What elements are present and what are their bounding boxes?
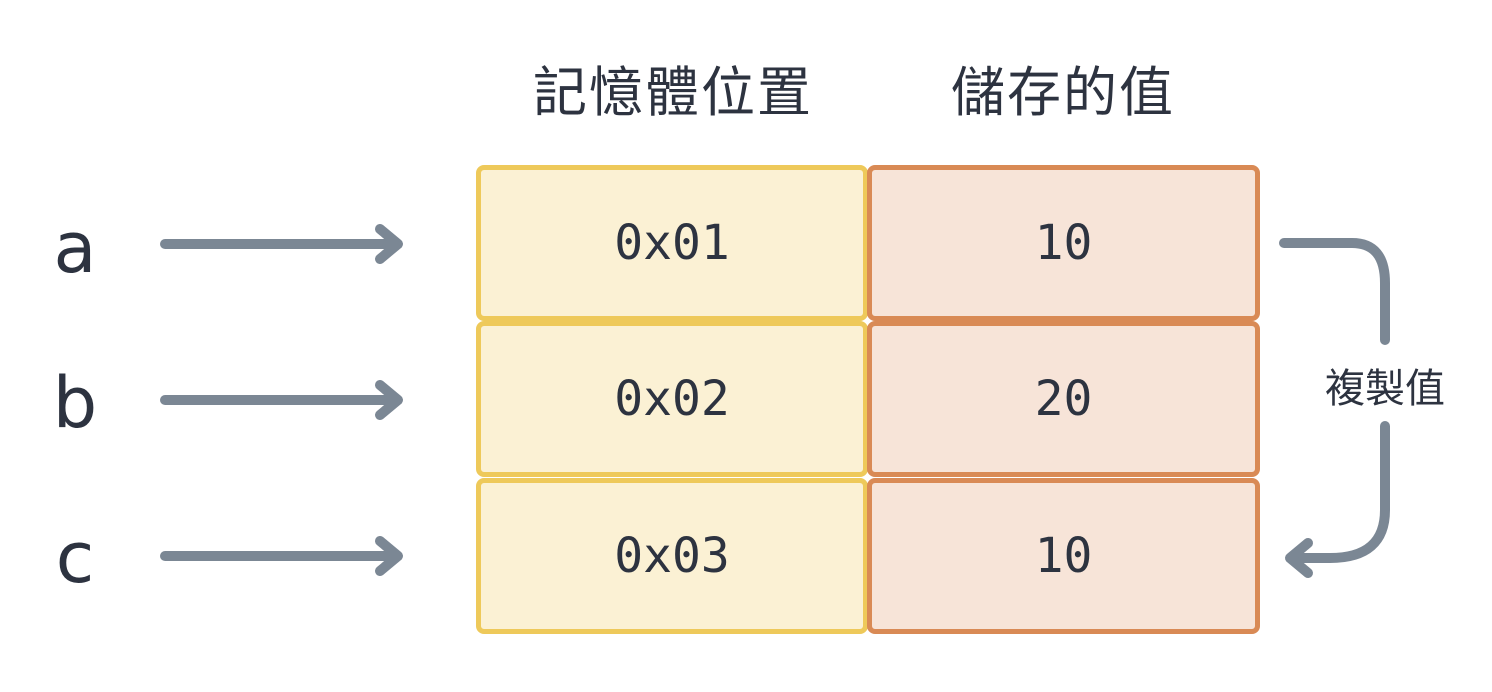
- copy-value-label: 複製值: [1300, 354, 1470, 416]
- arrows-layer: [160, 224, 1390, 578]
- pointer-arrow-a: [160, 224, 403, 264]
- pointer-arrow-c: [160, 536, 403, 576]
- pointer-arrow-b: [160, 380, 403, 420]
